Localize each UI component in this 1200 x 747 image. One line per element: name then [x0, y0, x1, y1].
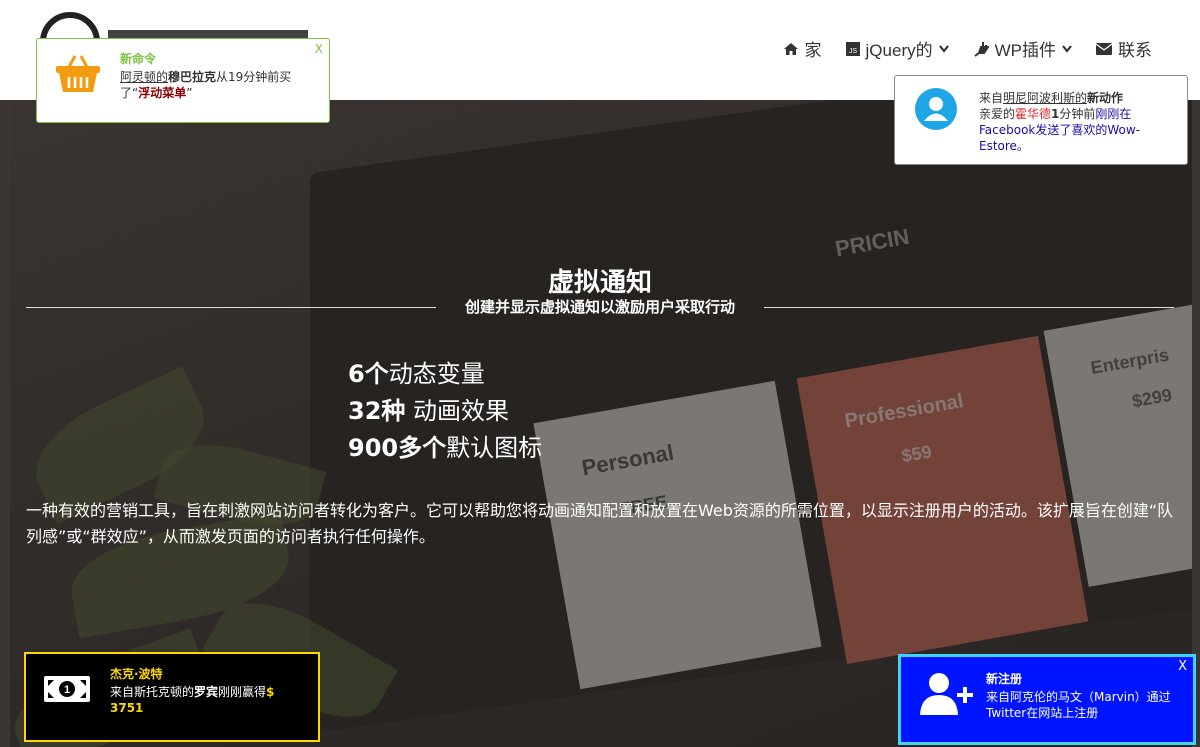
feature-list: 6个动态变量 32种 动画效果 900多个默认图标 — [348, 356, 542, 467]
page-title: 虚拟通知 — [547, 268, 652, 298]
nav-jquery[interactable]: JS jQuery的 — [845, 36, 949, 61]
js-icon: JS — [845, 41, 860, 56]
feature-item: 6个动态变量 — [348, 360, 485, 388]
main-nav: 家 JS jQuery的 WP插件 联系 — [783, 36, 1152, 61]
nav-wp-label: WP插件 — [994, 41, 1056, 60]
nav-jquery-label: jQuery的 — [865, 41, 933, 60]
notification-title: 来自明尼阿波利斯的新动作 — [979, 91, 1124, 105]
nav-contact-label: 联系 — [1118, 41, 1152, 60]
close-icon[interactable]: X — [1178, 659, 1187, 675]
feature-item: 900多个默认图标 — [348, 434, 543, 462]
notification-body: 亲爱的霍华德1分钟前刚刚在Facebook发送了喜欢的Wow-Estore。 — [979, 107, 1141, 153]
user-icon — [924, 97, 948, 121]
notification-title: 杰克·波特 — [110, 667, 163, 681]
user-plus-icon — [920, 673, 973, 715]
chevron-down-icon — [1062, 44, 1072, 53]
subtitle-row: 创建并显示虚拟通知以激励用户采取行动 — [26, 296, 1174, 320]
nav-home-label: 家 — [804, 41, 822, 60]
nav-contact[interactable]: 联系 — [1096, 36, 1152, 61]
notification-new-signup[interactable]: 新注册 来自阿克伦的马文（Marvin）通过Twitter在网站上注册 X — [898, 654, 1196, 745]
notification-title: 新命令 — [120, 52, 157, 66]
background-overlay — [10, 100, 1192, 747]
avatar — [915, 88, 957, 130]
svg-text:JS: JS — [848, 48, 857, 55]
money-icon: 1 — [44, 676, 90, 702]
nav-home[interactable]: 家 — [783, 36, 822, 61]
close-icon[interactable]: X — [315, 41, 323, 57]
notification-body: 阿灵顿的穆巴拉克从19分钟前买了“浮动菜单” — [120, 70, 292, 100]
svg-text:1: 1 — [64, 684, 70, 696]
nav-wp-plugins[interactable]: WP插件 — [973, 36, 1072, 61]
plug-icon — [974, 41, 989, 57]
envelope-icon — [1096, 42, 1112, 55]
page-subtitle: 创建并显示虚拟通知以激励用户采取行动 — [464, 298, 735, 316]
home-icon — [783, 42, 798, 55]
basket-icon — [56, 55, 100, 92]
notification-body: 来自阿克伦的马文（Marvin）通过Twitter在网站上注册 — [986, 690, 1171, 720]
feature-item: 32种 动画效果 — [348, 397, 510, 425]
notification-winner[interactable]: 1 杰克·波特 来自斯托克顿的罗宾刚刚赢得$ 3751 — [24, 652, 320, 742]
hero-description: 一种有效的营销工具，旨在刺激网站访问者转化为客户。它可以帮助您将动画通知配置和放… — [26, 501, 1174, 546]
notification-title: 新注册 — [986, 672, 1023, 686]
notification-new-order[interactable]: 新命令 阿灵顿的穆巴拉克从19分钟前买了“浮动菜单” X — [36, 38, 330, 123]
notification-new-action[interactable]: 来自明尼阿波利斯的新动作 亲爱的霍华德1分钟前刚刚在Facebook发送了喜欢的… — [894, 75, 1188, 165]
chevron-down-icon — [938, 44, 949, 53]
hero-section: PRICIN Personal FREE Professional $59 En… — [10, 100, 1192, 747]
notification-body: 来自斯托克顿的罗宾刚刚赢得$ 3751 — [110, 685, 275, 715]
